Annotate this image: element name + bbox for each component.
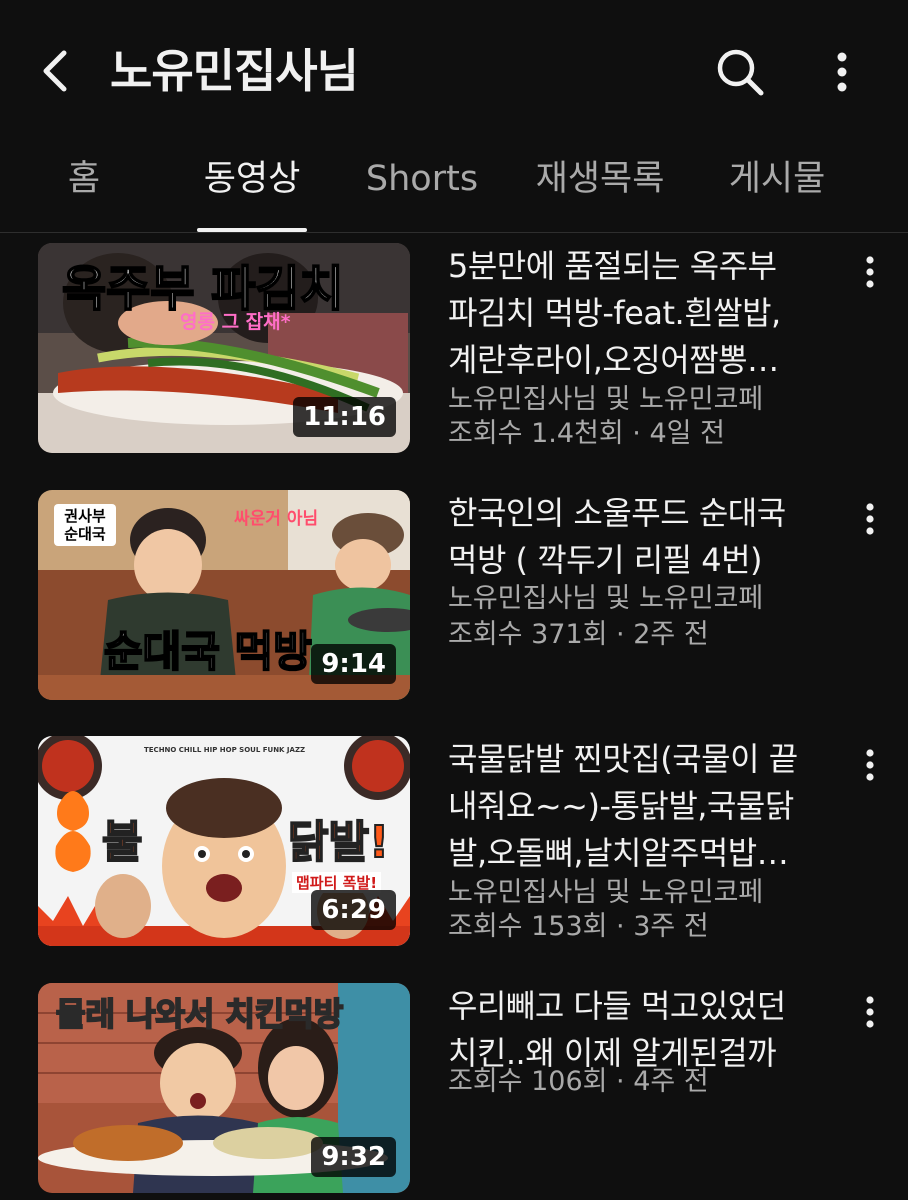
channel-title: 노유민집사님 [110,44,359,98]
video-item[interactable]: 몰래 나와서 치킨먹방 9:32 우리빼고 다들 먹고있었던 치킨..왜 이제 … [0,983,908,1195]
video-title-line: 한국인의 소울푸드 순대국 [448,494,786,532]
video-duration: 9:32 [311,1137,396,1177]
thumbnail-caption-right: 닭발! [287,816,390,869]
video-title-line: 우리빼고 다들 먹고있었던 [448,987,786,1025]
thumbnail-subcaption: 영롱 그 잡채* [180,311,291,333]
video-title-line: 먹방 ( 깍두기 리필 4번) [448,541,763,579]
video-title-line: 국물닭발 찐맛집(국물이 끝 [448,740,798,778]
tab-videos[interactable]: 동영상 [200,140,304,233]
tab-shorts[interactable]: Shorts [364,140,480,233]
video-more-icon[interactable] [852,496,888,542]
thumbnail-caption: 몰래 나와서 치킨먹방 [55,994,344,1034]
video-title-line: 발,오돌뼈,날치알주먹밥… [448,834,789,872]
video-more-icon[interactable] [852,989,888,1035]
video-title[interactable]: 국물닭발 찐맛집(국물이 끝 내줘요~~)-통닭발,국물닭 발,오돌뼈,날치알주… [448,736,828,877]
tab-posts[interactable]: 게시물 [728,140,826,233]
video-thumbnail[interactable]: 옥주부 파김치 영롱 그 잡채* 11:16 [38,243,410,453]
video-more-icon[interactable] [852,249,888,295]
app-bar: 노유민집사님 [0,0,908,140]
video-stats: 조회수 153회 · 3주 전 [448,911,709,942]
thumbnail-tag: 권사부 순대국 [54,504,116,546]
channel-tabs: 홈 동영상 Shorts 재생목록 게시물 [0,140,908,233]
video-stats: 조회수 371회 · 2주 전 [448,619,709,650]
video-stats: 조회수 106회 · 4주 전 [448,1066,709,1097]
video-title-line: 파김치 먹방-feat.흰쌀밥, [448,294,781,332]
video-duration: 11:16 [293,397,396,437]
channel-videos-screen: 노유민집사님 홈 동영상 Shorts 재생목록 게시물 옥주부 파김치 영롱 … [0,0,908,1200]
thumbnail-caption: 순대국 먹방 [103,626,313,677]
video-title[interactable]: 우리빼고 다들 먹고있었던 치킨..왜 이제 알게된걸까 [448,983,828,1077]
video-duration: 9:14 [311,644,396,684]
video-title-line: 내줘요~~)-통닭발,국물닭 [448,787,794,825]
video-item[interactable]: 권사부 순대국 싸운거 아님 순대국 먹방 9:14 한국인의 소울푸드 순대국… [0,490,908,702]
video-channel[interactable]: 노유민집사님 및 노유민코페 [448,876,828,910]
video-title[interactable]: 한국인의 소울푸드 순대국 먹방 ( 깍두기 리필 4번) [448,490,828,584]
video-thumbnail[interactable]: 몰래 나와서 치킨먹방 9:32 [38,983,410,1193]
search-icon[interactable] [710,42,770,102]
active-tab-indicator [197,228,307,232]
video-channel[interactable]: 노유민집사님 및 노유민코페 [448,582,828,616]
video-duration: 6:29 [311,890,396,930]
video-channel[interactable]: 노유민집사님 및 노유민코페 [448,383,828,417]
video-thumbnail[interactable]: TECHNO CHILL HIP HOP SOUL FUNK JAZZ 불 닭발… [38,736,410,946]
thumbnail-genres: TECHNO CHILL HIP HOP SOUL FUNK JAZZ [144,746,306,754]
video-title[interactable]: 5분만에 품절되는 옥주부 파김치 먹방-feat.흰쌀밥, 계란후라이,오징어… [448,243,828,384]
tab-home[interactable]: 홈 [66,140,102,233]
video-item[interactable]: TECHNO CHILL HIP HOP SOUL FUNK JAZZ 불 닭발… [0,736,908,948]
video-stats: 조회수 1.4천회 · 4일 전 [448,418,725,449]
video-title-line: 5분만에 품절되는 옥주부 [448,247,777,285]
thumbnail-subcaption: 싸운거 아님 [234,509,319,529]
video-thumbnail[interactable]: 권사부 순대국 싸운거 아님 순대국 먹방 9:14 [38,490,410,700]
more-vert-icon[interactable] [820,42,864,102]
video-item[interactable]: 옥주부 파김치 영롱 그 잡채* 11:16 5분만에 품절되는 옥주부 파김치… [0,243,908,455]
video-more-icon[interactable] [852,742,888,788]
video-title-line: 계란후라이,오징어짬뽕… [448,341,779,379]
tab-playlists[interactable]: 재생목록 [534,140,666,233]
thumbnail-caption-left: 불 [101,816,144,869]
back-arrow-icon[interactable] [30,40,80,102]
